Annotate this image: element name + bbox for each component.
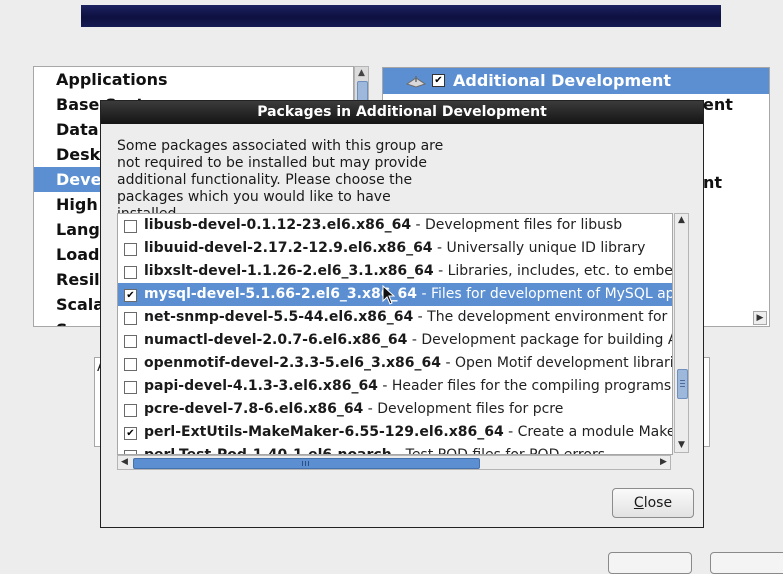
- back-button[interactable]: [608, 552, 692, 574]
- package-row[interactable]: numactl-devel-2.0.7-6.el6.x86_64 - Devel…: [118, 329, 672, 352]
- selected-subgroup-row[interactable]: ✔ Additional Development: [383, 68, 769, 94]
- mouse-pointer-icon: [382, 285, 395, 305]
- scroll-right-icon[interactable]: ▶: [753, 311, 767, 325]
- close-button[interactable]: Close: [612, 488, 694, 518]
- grip-line: [680, 380, 685, 381]
- packages-dialog: Packages in Additional Development Some …: [100, 100, 704, 528]
- package-name: mysql-devel-5.1.66-2.el6_3.x86_64: [144, 286, 417, 302]
- package-description: - Open Motif development libraries a: [445, 355, 672, 371]
- dialog-title: Packages in Additional Development: [101, 101, 703, 124]
- package-list[interactable]: libusb-devel-0.1.12-23.el6.x86_64 - Deve…: [117, 213, 673, 455]
- package-row[interactable]: openmotif-devel-2.3.3-5.el6_3.x86_64 - O…: [118, 352, 672, 375]
- package-checkbox[interactable]: [124, 266, 137, 279]
- package-name: libxslt-devel-1.1.26-2.el6_3.1.x86_64: [144, 263, 434, 279]
- package-name: openmotif-devel-2.3.3-5.el6_3.x86_64: [144, 355, 442, 371]
- package-description: - Files for development of MySQL applica: [421, 286, 672, 302]
- subgroup-checkbox[interactable]: ✔: [432, 74, 445, 87]
- grip-line: [308, 461, 309, 466]
- package-name: perl-Test-Pod-1.40-1.el6.noarch: [144, 447, 392, 455]
- package-description: - The development environment for the N: [417, 309, 672, 325]
- package-name: pcre-devel-7.8-6.el6.x86_64: [144, 401, 364, 417]
- scrollbar-thumb[interactable]: [133, 458, 480, 469]
- package-list-horizontal-scrollbar[interactable]: ◀ ▶: [117, 455, 671, 470]
- package-icon: [405, 76, 427, 88]
- scrollbar-thumb[interactable]: [677, 369, 688, 399]
- package-description: - Development files for pcre: [363, 401, 564, 417]
- package-description: - Development files for libusb: [411, 217, 623, 233]
- package-list-vertical-scrollbar[interactable]: ▲ ▼: [674, 213, 689, 453]
- package-checkbox[interactable]: [124, 312, 137, 325]
- package-row[interactable]: ✔ perl-ExtUtils-MakeMaker-6.55-129.el6.x…: [118, 421, 672, 444]
- package-name: net-snmp-devel-5.5-44.el6.x86_64: [144, 309, 414, 325]
- package-name: papi-devel-4.1.3-3.el6.x86_64: [144, 378, 378, 394]
- scroll-up-icon[interactable]: ▲: [355, 67, 368, 80]
- package-row[interactable]: perl-Test-Pod-1.40-1.el6.noarch - Test P…: [118, 444, 672, 455]
- package-row[interactable]: pcre-devel-7.8-6.el6.x86_64 - Developmen…: [118, 398, 672, 421]
- package-checkbox[interactable]: [124, 335, 137, 348]
- package-checkbox[interactable]: [124, 404, 137, 417]
- package-row[interactable]: libusb-devel-0.1.12-23.el6.x86_64 - Deve…: [118, 214, 672, 237]
- detail-text-fragment: ent: [703, 95, 733, 114]
- grip-line: [680, 383, 685, 384]
- package-description: - Development package for building Appli: [411, 332, 672, 348]
- package-checkbox-checked[interactable]: ✔: [124, 427, 137, 440]
- package-description: - Universally unique ID library: [432, 240, 646, 256]
- grip-line: [680, 386, 685, 387]
- package-description: - Header files for the compiling program…: [377, 378, 673, 394]
- package-row[interactable]: libuuid-devel-2.17.2-12.9.el6.x86_64 - U…: [118, 237, 672, 260]
- package-row[interactable]: libxslt-devel-1.1.26-2.el6_3.1.x86_64 - …: [118, 260, 672, 283]
- close-mnemonic: C: [633, 495, 644, 511]
- package-description: - Libraries, includes, etc. to embed the: [438, 263, 673, 279]
- package-row-selected[interactable]: ✔ mysql-devel-5.1.66-2.el6_3.x86_64 - Fi…: [118, 283, 672, 306]
- scroll-down-icon[interactable]: ▼: [675, 439, 688, 452]
- grip-line: [305, 461, 306, 466]
- detail-text-fragment: nt: [703, 173, 723, 192]
- dialog-description: Some packages associated with this group…: [117, 138, 444, 222]
- package-checkbox[interactable]: [124, 243, 137, 256]
- group-item-applications[interactable]: Applications: [34, 67, 353, 92]
- close-label: lose: [643, 495, 673, 511]
- package-description: - Create a module Makefile: [508, 424, 673, 440]
- package-row[interactable]: net-snmp-devel-5.5-44.el6.x86_64 - The d…: [118, 306, 672, 329]
- scroll-right-icon[interactable]: ▶: [657, 456, 670, 469]
- next-button[interactable]: [710, 552, 783, 574]
- package-name: perl-ExtUtils-MakeMaker-6.55-129.el6.x86…: [144, 424, 504, 440]
- package-name: libusb-devel-0.1.12-23.el6.x86_64: [144, 217, 412, 233]
- package-checkbox[interactable]: [124, 358, 137, 371]
- subgroup-title: Additional Development: [453, 71, 672, 90]
- grip-line: [302, 461, 303, 466]
- installer-banner: [81, 5, 721, 27]
- scroll-up-icon[interactable]: ▲: [675, 214, 688, 227]
- scroll-left-icon[interactable]: ◀: [118, 456, 131, 469]
- package-checkbox[interactable]: [124, 220, 137, 233]
- package-checkbox[interactable]: [124, 381, 137, 394]
- package-description: - Test POD files for POD errors: [391, 447, 605, 455]
- package-row[interactable]: papi-devel-4.1.3-3.el6.x86_64 - Header f…: [118, 375, 672, 398]
- package-name: numactl-devel-2.0.7-6.el6.x86_64: [144, 332, 408, 348]
- package-name: libuuid-devel-2.17.2-12.9.el6.x86_64: [144, 240, 433, 256]
- package-checkbox-checked[interactable]: ✔: [124, 289, 137, 302]
